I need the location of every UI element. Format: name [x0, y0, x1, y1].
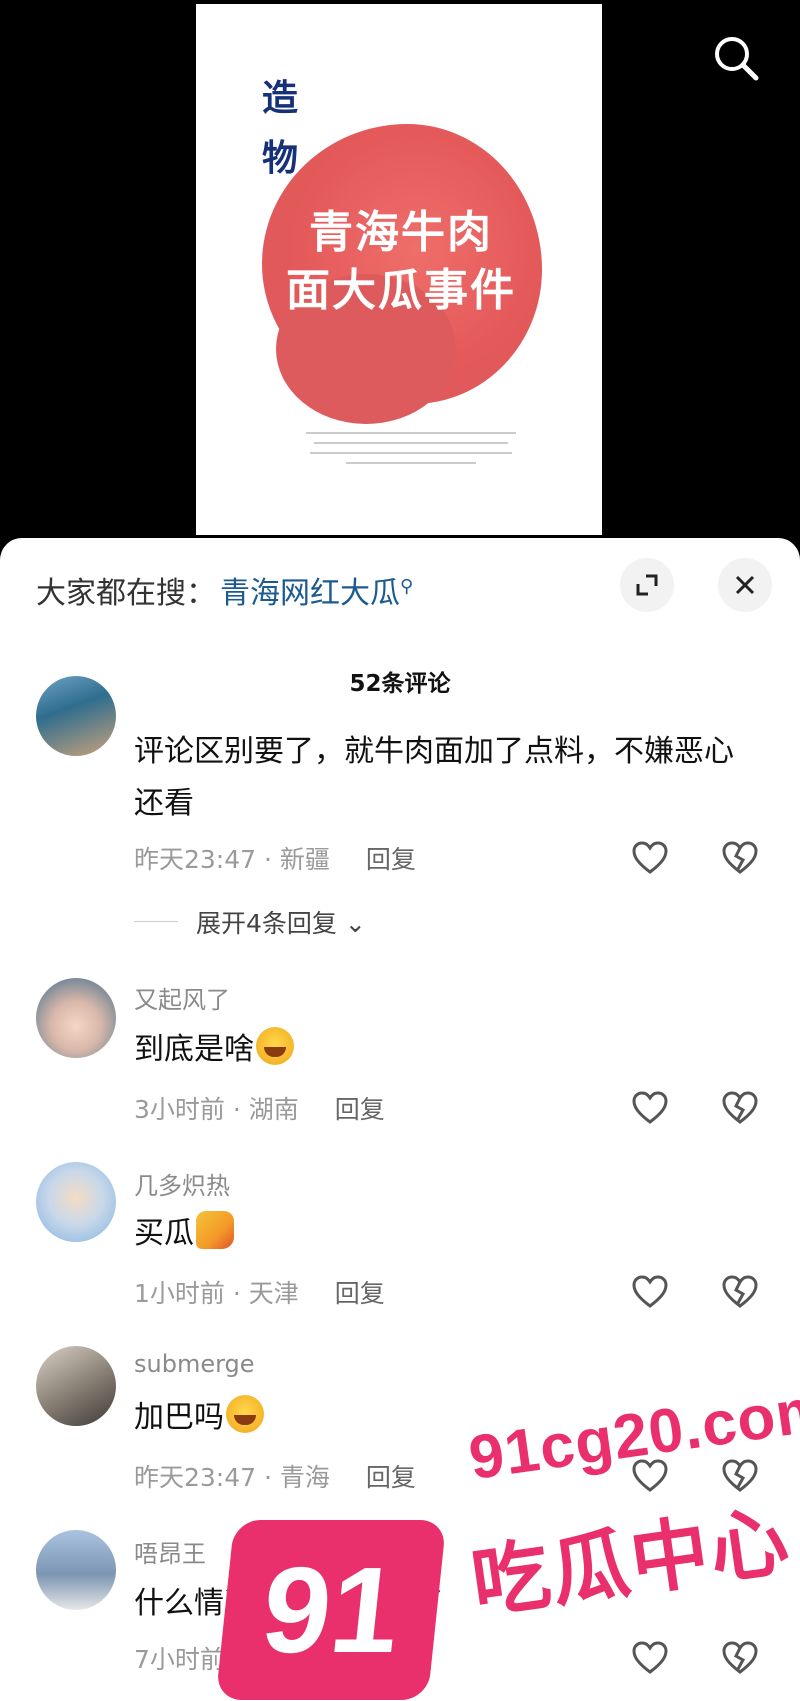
cover-title: 青海牛肉 面大瓜事件	[236, 204, 566, 320]
close-icon	[735, 575, 755, 595]
chevron-down-icon: ⌄	[336, 909, 366, 938]
laugh-emoji-icon	[256, 1027, 294, 1065]
like-heart-icon[interactable]	[630, 1638, 670, 1678]
reply-button[interactable]: 回复	[335, 1095, 385, 1124]
expand-replies-button[interactable]: 展开4条回复 ⌄	[196, 904, 366, 940]
expand-button[interactable]	[620, 558, 674, 612]
comment-time-location: 昨天23:47 · 青海	[134, 1463, 330, 1492]
dislike-broken-heart-icon[interactable]	[720, 1638, 760, 1678]
dislike-broken-heart-icon[interactable]	[720, 838, 760, 878]
cover-small-print	[296, 428, 526, 472]
avatar[interactable]	[36, 676, 116, 756]
comment-meta: 昨天23:47 · 青海 回复	[134, 1458, 416, 1494]
cover-image[interactable]: 造物 青海牛肉 面大瓜事件	[196, 4, 602, 535]
hot-search-prefix: 大家都在搜：	[36, 576, 216, 611]
expand-icon	[636, 574, 658, 596]
hot-search-bar[interactable]: 大家都在搜： 青海网红大瓜⚲	[36, 568, 413, 612]
thumbs-up-emoji-icon	[196, 1211, 234, 1249]
reply-button[interactable]: 回复	[335, 1279, 385, 1308]
cover-title-line1: 青海牛肉	[309, 207, 493, 258]
avatar[interactable]	[36, 1530, 116, 1610]
hot-search-keyword[interactable]: 青海网红大瓜	[220, 576, 400, 611]
comment-text-content: 加巴吗	[134, 1400, 224, 1435]
cover-title-line2: 面大瓜事件	[286, 265, 516, 316]
laugh-emoji-icon	[226, 1395, 264, 1433]
dislike-broken-heart-icon[interactable]	[720, 1272, 760, 1312]
like-heart-icon[interactable]	[630, 1272, 670, 1312]
comment-time-location: 3小时前 · 湖南	[134, 1095, 299, 1124]
watermark-logo: 91	[215, 1520, 447, 1700]
commenter-name[interactable]: 几多炽热	[134, 1166, 230, 1201]
commenter-name[interactable]: 又起风了	[134, 980, 230, 1015]
search-icon[interactable]	[708, 30, 764, 86]
dislike-broken-heart-icon[interactable]	[720, 1088, 760, 1128]
comment-count: 52条评论	[349, 671, 451, 697]
comment-text: 买瓜	[134, 1208, 754, 1260]
like-heart-icon[interactable]	[630, 838, 670, 878]
comment-text-content: 买瓜	[134, 1216, 194, 1251]
comment-text: 到底是啥	[134, 1024, 754, 1076]
avatar[interactable]	[36, 1162, 116, 1242]
close-button[interactable]	[718, 558, 772, 612]
expand-divider	[134, 921, 178, 922]
expand-replies-label: 展开4条回复	[196, 909, 337, 938]
search-small-icon: ⚲	[400, 576, 414, 597]
reply-button[interactable]: 回复	[366, 1463, 416, 1492]
avatar[interactable]	[36, 978, 116, 1058]
comment-meta: 1小时前 · 天津 回复	[134, 1274, 385, 1310]
reply-button[interactable]: 回复	[366, 845, 416, 874]
cover-side-text: 造物	[262, 77, 299, 179]
commenter-name[interactable]: 唔昂王	[134, 1534, 206, 1569]
comment-text: 评论区别要了，就牛肉面加了点料，不嫌恶心还看	[134, 734, 734, 821]
comment-meta: 昨天23:47 · 新疆 回复	[134, 840, 416, 876]
video-area: 造物 青海牛肉 面大瓜事件	[0, 0, 800, 540]
like-heart-icon[interactable]	[630, 1088, 670, 1128]
avatar[interactable]	[36, 1346, 116, 1426]
comment-text-content: 到底是啥	[134, 1032, 254, 1067]
comment-time-location: 昨天23:47 · 新疆	[134, 845, 330, 874]
commenter-name[interactable]: submerge	[134, 1350, 255, 1378]
comment-time-location: 1小时前 · 天津	[134, 1279, 299, 1308]
comment-meta: 3小时前 · 湖南 回复	[134, 1090, 385, 1126]
